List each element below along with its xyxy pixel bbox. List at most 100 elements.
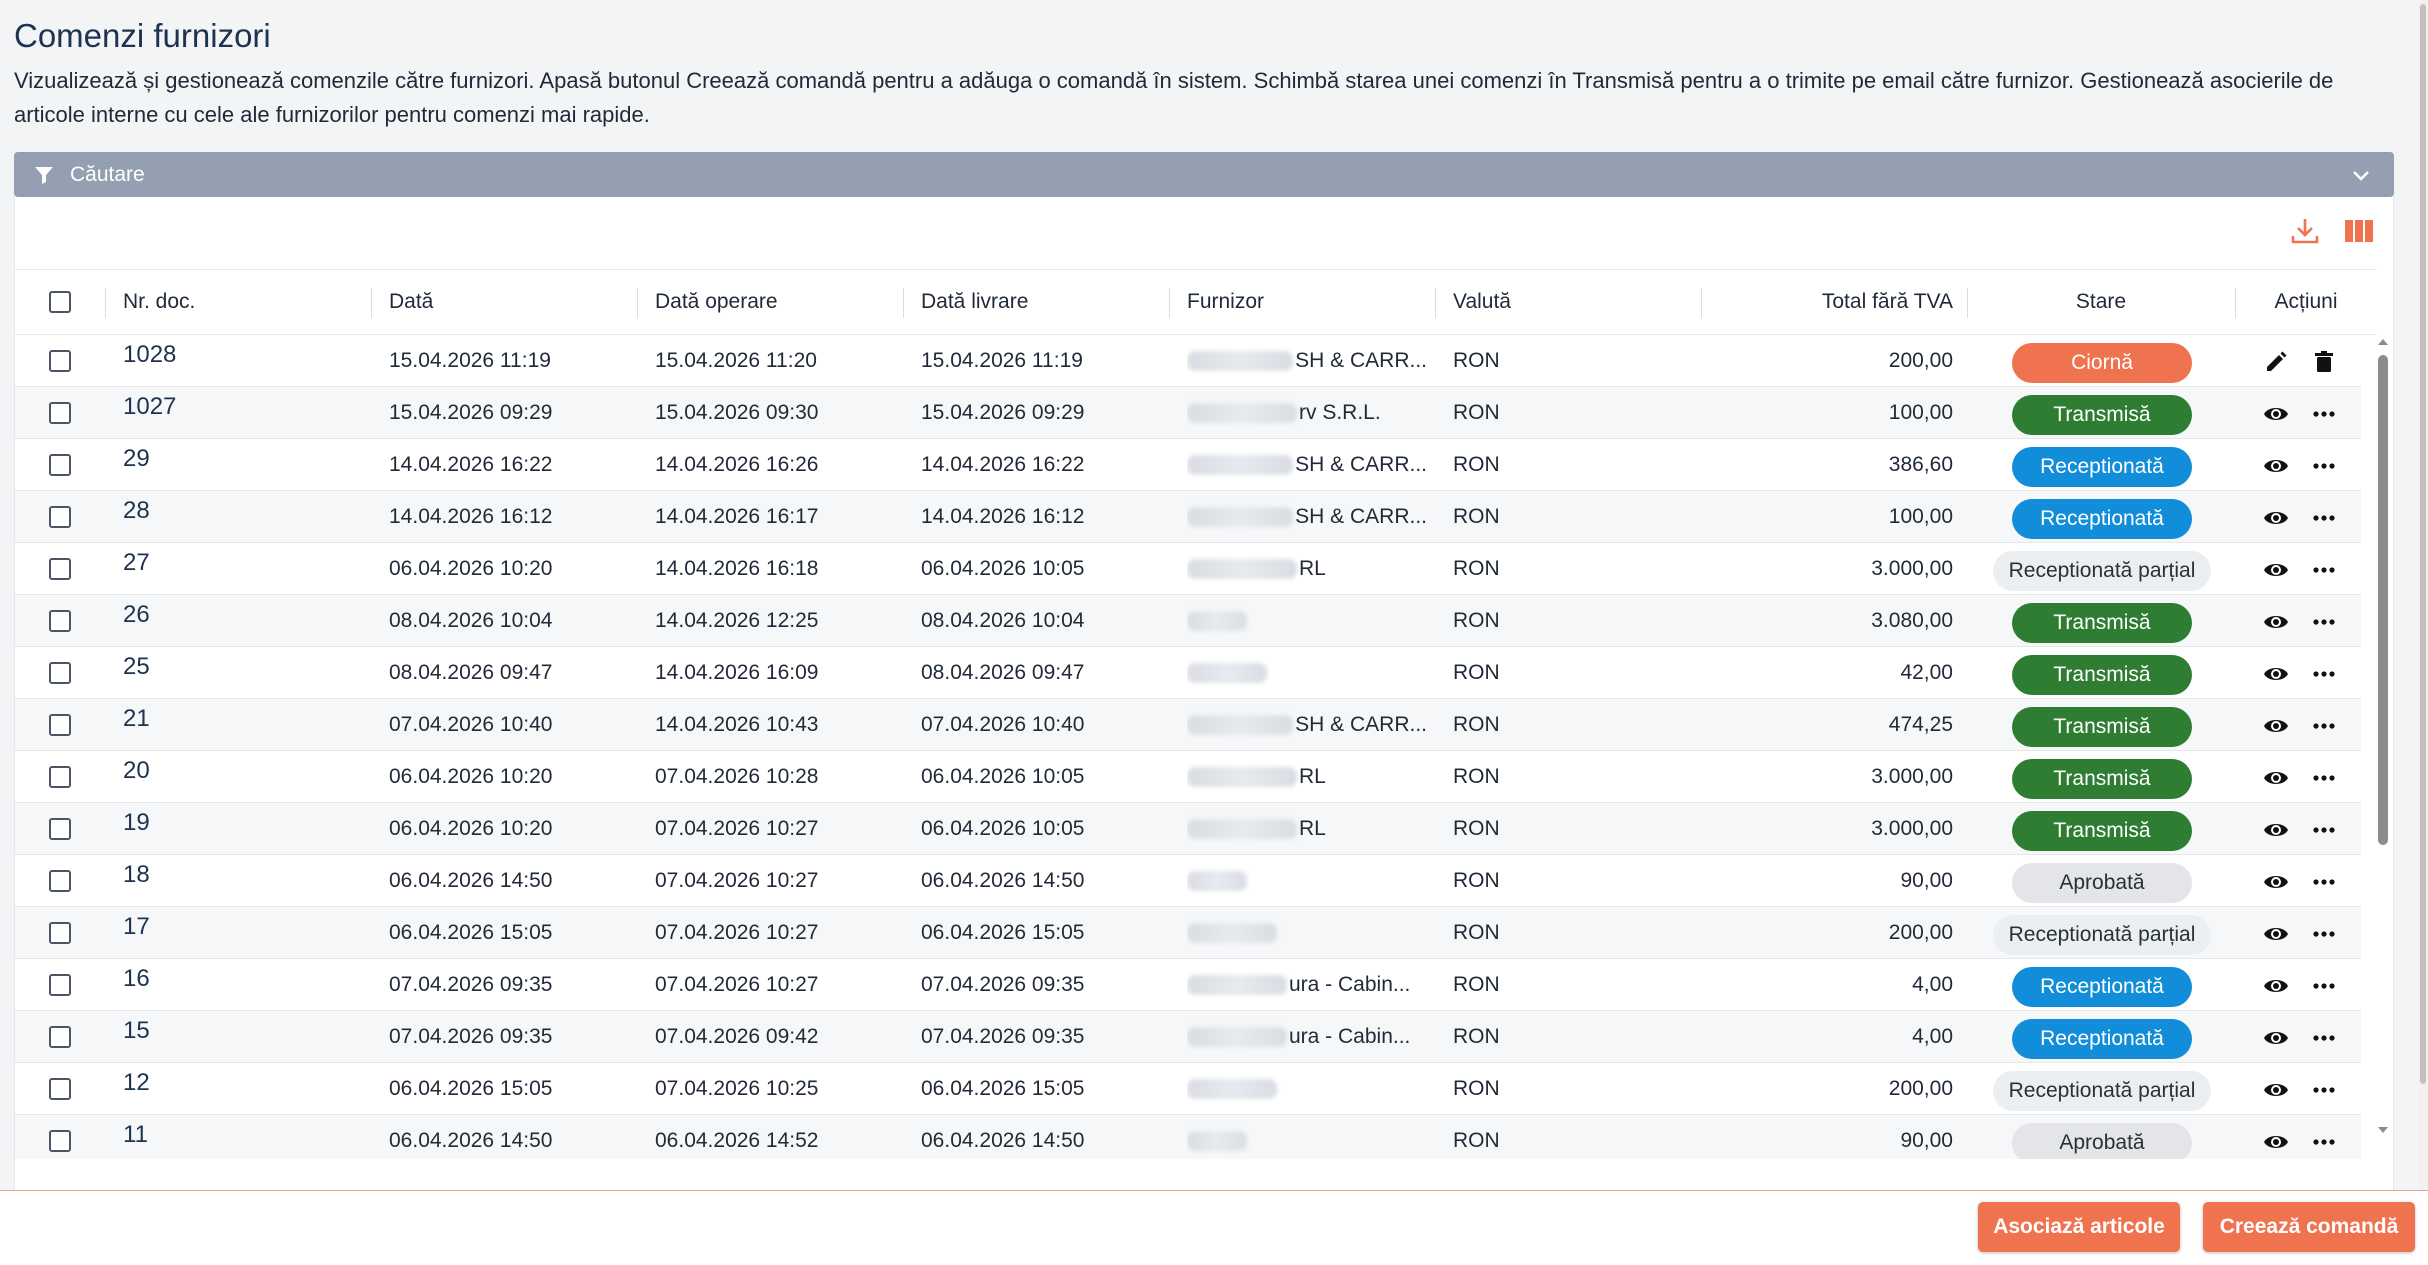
table-row[interactable]: 21 07.04.2026 10:40 14.04.2026 10:43 07.04.… <box>15 699 2361 751</box>
eye-icon[interactable] <box>2263 765 2289 791</box>
table-row[interactable]: 19 06.04.2026 10:20 07.04.2026 10:27 06.04.… <box>15 803 2361 855</box>
eye-icon[interactable] <box>2263 869 2289 895</box>
page-scrollbar-thumb[interactable] <box>2420 4 2426 1084</box>
eye-icon[interactable] <box>2263 817 2289 843</box>
doc-number-link[interactable]: 28 <box>123 491 150 543</box>
download-icon[interactable] <box>2289 215 2321 247</box>
row-checkbox[interactable] <box>49 714 71 736</box>
table-row[interactable]: 18 06.04.2026 14:50 07.04.2026 10:27 06.04.… <box>15 855 2361 907</box>
row-checkbox[interactable] <box>49 1026 71 1048</box>
more-icon[interactable] <box>2311 869 2337 895</box>
doc-number-link[interactable]: 12 <box>123 1063 150 1115</box>
more-icon[interactable] <box>2311 661 2337 687</box>
scrollbar-thumb[interactable] <box>2378 355 2388 845</box>
row-checkbox[interactable] <box>49 766 71 788</box>
doc-number-link[interactable]: 26 <box>123 595 150 647</box>
row-checkbox[interactable] <box>49 350 71 372</box>
doc-number-link[interactable]: 1027 <box>123 387 176 439</box>
eye-icon[interactable] <box>2263 1025 2289 1051</box>
table-row[interactable]: 25 08.04.2026 09:47 14.04.2026 16:09 08.04.… <box>15 647 2361 699</box>
more-icon[interactable] <box>2311 973 2337 999</box>
row-checkbox[interactable] <box>49 922 71 944</box>
row-checkbox[interactable] <box>49 818 71 840</box>
doc-number-link[interactable]: 20 <box>123 751 150 803</box>
table-row[interactable]: 1027 15.04.2026 09:29 15.04.2026 09:30 15.0… <box>15 387 2361 439</box>
eye-icon[interactable] <box>2263 453 2289 479</box>
row-checkbox[interactable] <box>49 870 71 892</box>
more-icon[interactable] <box>2311 557 2337 583</box>
table-row[interactable]: 1028 15.04.2026 11:19 15.04.2026 11:20 15.0… <box>15 335 2361 387</box>
eye-icon[interactable] <box>2263 921 2289 947</box>
select-all-checkbox[interactable] <box>49 291 71 313</box>
column-header-data-livrare[interactable]: Dată livrare <box>921 270 1028 334</box>
row-checkbox[interactable] <box>49 402 71 424</box>
creeaza-comanda-button[interactable]: Creează comandă <box>2203 1202 2415 1252</box>
table-row[interactable]: 12 06.04.2026 15:05 07.04.2026 10:25 06.04.… <box>15 1063 2361 1115</box>
more-icon[interactable] <box>2311 401 2337 427</box>
row-checkbox[interactable] <box>49 454 71 476</box>
table-row[interactable]: 20 06.04.2026 10:20 07.04.2026 10:28 06.04.… <box>15 751 2361 803</box>
column-header-furnizor[interactable]: Furnizor <box>1187 270 1264 334</box>
column-header-data-operare[interactable]: Dată operare <box>655 270 778 334</box>
table-scrollbar[interactable] <box>2375 335 2391 1165</box>
table-row[interactable]: 28 14.04.2026 16:12 14.04.2026 16:17 14.04.… <box>15 491 2361 543</box>
page-scrollbar[interactable] <box>2418 0 2428 1190</box>
doc-number-link[interactable]: 18 <box>123 855 150 907</box>
doc-number-link[interactable]: 15 <box>123 1011 150 1063</box>
table-row[interactable]: 11 06.04.2026 14:50 06.04.2026 14:52 06.04.… <box>15 1115 2361 1159</box>
more-icon[interactable] <box>2311 1077 2337 1103</box>
table-row[interactable]: 29 14.04.2026 16:22 14.04.2026 16:26 14.04.… <box>15 439 2361 491</box>
column-header-stare[interactable]: Stare <box>1968 270 2234 334</box>
row-checkbox[interactable] <box>49 558 71 580</box>
scroll-down-arrow-icon[interactable] <box>2376 1123 2390 1137</box>
more-icon[interactable] <box>2311 921 2337 947</box>
more-icon[interactable] <box>2311 765 2337 791</box>
doc-number-link[interactable]: 1028 <box>123 335 176 387</box>
row-checkbox[interactable] <box>49 1130 71 1152</box>
row-checkbox[interactable] <box>49 506 71 528</box>
row-checkbox[interactable] <box>49 1078 71 1100</box>
columns-icon[interactable] <box>2343 215 2375 247</box>
eye-icon[interactable] <box>2263 401 2289 427</box>
doc-number-link[interactable]: 17 <box>123 907 150 959</box>
table-row[interactable]: 16 07.04.2026 09:35 07.04.2026 10:27 07.04.… <box>15 959 2361 1011</box>
trash-icon[interactable] <box>2311 349 2337 375</box>
table-row[interactable]: 15 07.04.2026 09:35 07.04.2026 09:42 07.04.… <box>15 1011 2361 1063</box>
row-checkbox[interactable] <box>49 974 71 996</box>
eye-icon[interactable] <box>2263 557 2289 583</box>
more-icon[interactable] <box>2311 505 2337 531</box>
table-row[interactable]: 26 08.04.2026 10:04 14.04.2026 12:25 08.04.… <box>15 595 2361 647</box>
doc-number-link[interactable]: 21 <box>123 699 150 751</box>
more-icon[interactable] <box>2311 609 2337 635</box>
eye-icon[interactable] <box>2263 505 2289 531</box>
doc-number-link[interactable]: 29 <box>123 439 150 491</box>
eye-icon[interactable] <box>2263 973 2289 999</box>
doc-number-link[interactable]: 16 <box>123 959 150 1011</box>
table-row[interactable]: 27 06.04.2026 10:20 14.04.2026 16:18 06.04.… <box>15 543 2361 595</box>
column-header-total[interactable]: Total fără TVA <box>1715 270 1953 334</box>
more-icon[interactable] <box>2311 1025 2337 1051</box>
eye-icon[interactable] <box>2263 713 2289 739</box>
more-icon[interactable] <box>2311 817 2337 843</box>
eye-icon[interactable] <box>2263 661 2289 687</box>
edit-icon[interactable] <box>2263 349 2289 375</box>
more-icon[interactable] <box>2311 1129 2337 1155</box>
doc-number-link[interactable]: 25 <box>123 647 150 699</box>
table-row[interactable]: 17 06.04.2026 15:05 07.04.2026 10:27 06.04.… <box>15 907 2361 959</box>
eye-icon[interactable] <box>2263 1129 2289 1155</box>
doc-number-link[interactable]: 19 <box>123 803 150 855</box>
more-icon[interactable] <box>2311 713 2337 739</box>
doc-number-link[interactable]: 27 <box>123 543 150 595</box>
doc-number-link[interactable]: 11 <box>123 1115 148 1159</box>
search-panel-toggle[interactable]: Căutare <box>14 152 2394 197</box>
scroll-up-arrow-icon[interactable] <box>2376 335 2390 349</box>
column-header-doc-nr[interactable]: Nr. doc. <box>123 270 195 334</box>
more-icon[interactable] <box>2311 453 2337 479</box>
eye-icon[interactable] <box>2263 609 2289 635</box>
column-header-valuta[interactable]: Valută <box>1453 270 1511 334</box>
eye-icon[interactable] <box>2263 1077 2289 1103</box>
row-checkbox[interactable] <box>49 610 71 632</box>
column-header-data[interactable]: Dată <box>389 270 433 334</box>
row-checkbox[interactable] <box>49 662 71 684</box>
asociaza-articole-button[interactable]: Asociază articole <box>1978 1202 2180 1252</box>
